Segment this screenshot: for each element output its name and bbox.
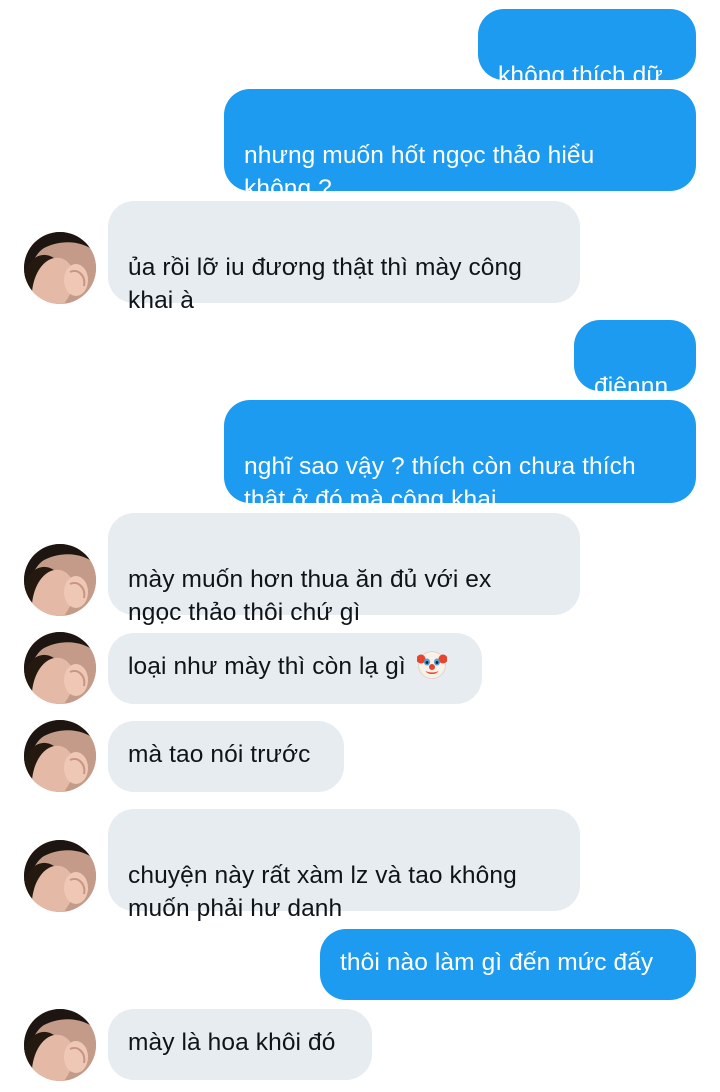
avatar[interactable] bbox=[24, 544, 96, 616]
profile-photo-icon bbox=[24, 632, 96, 704]
conversation-thread: không thích dữ nhưng muốn hốt ngọc thảo … bbox=[0, 0, 720, 1092]
message-text: điênnn bbox=[594, 373, 669, 400]
clown-face-icon bbox=[416, 650, 448, 689]
message-text: thôi nào làm gì đến mức đấy bbox=[340, 949, 654, 976]
message-text: mày là hoa khôi đó bbox=[128, 1029, 336, 1056]
message-bubble-outgoing[interactable]: nghĩ sao vậy ? thích còn chưa thích thật… bbox=[224, 400, 696, 513]
message-bubble-incoming[interactable]: ủa rồi lỡ iu đương thật thì mày công kha… bbox=[108, 201, 580, 314]
message-bubble-outgoing[interactable]: điênnn bbox=[574, 320, 696, 400]
message-text: nhưng muốn hốt ngọc thảo hiểu không ? bbox=[244, 142, 595, 202]
message-bubble-outgoing[interactable]: nhưng muốn hốt ngọc thảo hiểu không ? bbox=[224, 89, 696, 202]
message-bubble-incoming[interactable]: mày muốn hơn thua ăn đủ với ex ngọc thảo… bbox=[108, 513, 580, 626]
message-bubble-incoming[interactable]: chuyện này rất xàm lz và tao không muốn … bbox=[108, 809, 580, 922]
message-text: không thích dữ bbox=[498, 62, 663, 89]
profile-photo-icon bbox=[24, 544, 96, 616]
profile-photo-icon bbox=[24, 232, 96, 304]
profile-photo-icon bbox=[24, 1009, 96, 1081]
avatar[interactable] bbox=[24, 232, 96, 304]
profile-photo-icon bbox=[24, 840, 96, 912]
message-bubble-incoming[interactable]: mà tao nói trước bbox=[108, 721, 344, 792]
profile-photo-icon bbox=[24, 720, 96, 792]
message-text: ủa rồi lỡ iu đương thật thì mày công kha… bbox=[128, 254, 522, 314]
message-bubble-incoming[interactable]: loại như mày thì còn lạ gì bbox=[108, 633, 482, 704]
avatar[interactable] bbox=[24, 632, 96, 704]
avatar[interactable] bbox=[24, 1009, 96, 1081]
message-text: mày muốn hơn thua ăn đủ với ex ngọc thảo… bbox=[128, 566, 492, 626]
avatar[interactable] bbox=[24, 840, 96, 912]
message-bubble-incoming[interactable]: mày là hoa khôi đó bbox=[108, 1009, 372, 1080]
message-text: nghĩ sao vậy ? thích còn chưa thích thật… bbox=[244, 453, 636, 513]
avatar[interactable] bbox=[24, 720, 96, 792]
message-text: chuyện này rất xàm lz và tao không muốn … bbox=[128, 862, 517, 922]
message-bubble-outgoing[interactable]: không thích dữ bbox=[478, 9, 696, 89]
message-bubble-outgoing[interactable]: thôi nào làm gì đến mức đấy bbox=[320, 929, 696, 1000]
message-text: loại như mày thì còn lạ gì bbox=[128, 653, 406, 680]
message-text: mà tao nói trước bbox=[128, 741, 311, 768]
